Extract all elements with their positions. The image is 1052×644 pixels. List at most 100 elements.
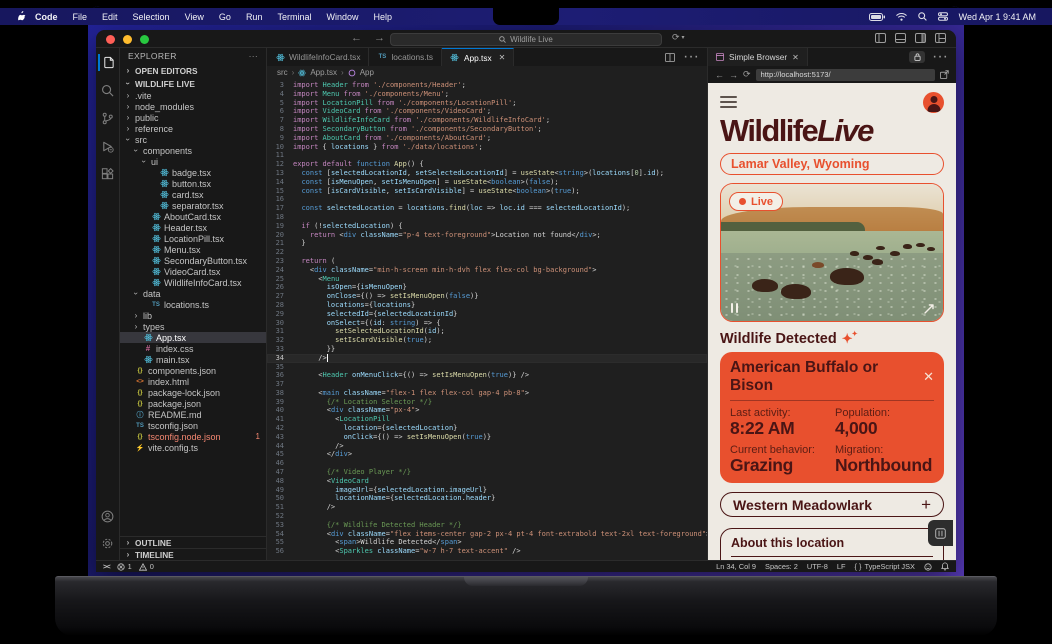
file-WildlifeInfoCard.tsx[interactable]: WildlifeInfoCard.tsx — [120, 277, 266, 288]
file-badge.tsx[interactable]: badge.tsx — [120, 167, 266, 178]
code-line-13[interactable]: 13 const [selectedLocationId, setSelecte… — [267, 169, 707, 178]
code-line-17[interactable]: 17 const selectedLocation = locations.fi… — [267, 204, 707, 213]
code-line-48[interactable]: 48 <VideoCard — [267, 477, 707, 486]
code-line-4[interactable]: 4import Menu from './components/Menu'; — [267, 90, 707, 99]
live-video-frame[interactable]: Live — [720, 183, 944, 322]
menu-selection[interactable]: Selection — [133, 12, 170, 22]
file-package.json[interactable]: {}package.json — [120, 398, 266, 409]
code-line-31[interactable]: 31 setSelectedLocationId(id); — [267, 327, 707, 336]
code-line-54[interactable]: 54 <div className="flex items-center gap… — [267, 530, 707, 539]
open-external-icon[interactable] — [940, 70, 949, 79]
history-forward-icon[interactable]: → — [374, 32, 385, 44]
language-mode[interactable]: { }TypeScript JSX — [854, 562, 915, 571]
fullscreen-icon[interactable] — [924, 304, 934, 314]
source-control-icon[interactable] — [98, 110, 118, 127]
eol[interactable]: LF — [837, 562, 846, 571]
code-line-29[interactable]: 29 selectedId={selectedLocationId} — [267, 310, 707, 319]
code-line-37[interactable]: 37 — [267, 380, 707, 389]
remote-indicator-icon[interactable]: >< — [103, 562, 110, 571]
browser-back-icon[interactable]: ← — [715, 70, 724, 80]
close-card-icon[interactable]: ✕ — [923, 371, 934, 383]
customize-layout-icon[interactable] — [935, 33, 946, 43]
pause-icon[interactable] — [731, 303, 738, 313]
close-tab-icon[interactable]: ✕ — [499, 53, 506, 62]
code-line-18[interactable]: 18 — [267, 213, 707, 222]
tab-WildlifeInfoCard.tsx[interactable]: WildlifeInfoCard.tsx — [267, 48, 369, 66]
url-field[interactable]: http://localhost:5173/ — [756, 69, 935, 81]
file-index.css[interactable]: #index.css — [120, 343, 266, 354]
file-separator.tsx[interactable]: separator.tsx — [120, 200, 266, 211]
file-index.html[interactable]: <>index.html — [120, 376, 266, 387]
code-line-52[interactable]: 52 — [267, 512, 707, 521]
code-line-33[interactable]: 33 }} — [267, 345, 707, 354]
next-species-pill[interactable]: Western Meadowlark + — [720, 492, 944, 517]
code-line-36[interactable]: 36 <Header onMenuClick={() => setIsMenuO… — [267, 371, 707, 380]
code-line-30[interactable]: 30 onSelect={(id: string) => { — [267, 319, 707, 328]
menu-help[interactable]: Help — [373, 12, 392, 22]
folder-.vite[interactable]: ›.vite — [120, 90, 266, 101]
spotlight-icon[interactable] — [918, 12, 927, 21]
account-icon[interactable] — [98, 508, 118, 525]
outline-section[interactable]: › OUTLINE — [120, 536, 266, 548]
folder-node_modules[interactable]: ›node_modules — [120, 101, 266, 112]
code-line-21[interactable]: 21 } — [267, 239, 707, 248]
open-editors-section[interactable]: › OPEN EDITORS — [120, 64, 266, 77]
browser-forward-icon[interactable]: → — [729, 70, 738, 80]
code-line-47[interactable]: 47 {/* Video Player */} — [267, 468, 707, 477]
explorer-actions-icon[interactable]: ··· — [249, 51, 258, 61]
breadcrumb[interactable]: src › App.tsx › App — [267, 66, 707, 79]
notifications-bell-icon[interactable] — [941, 562, 949, 571]
code-line-44[interactable]: 44 /> — [267, 442, 707, 451]
settings-gear-icon[interactable] — [98, 535, 118, 552]
file-Menu.tsx[interactable]: Menu.tsx — [120, 244, 266, 255]
more-actions-icon[interactable]: ··· — [683, 48, 699, 66]
folder-lib[interactable]: ›lib — [120, 310, 266, 321]
menu-view[interactable]: View — [185, 12, 204, 22]
code-line-7[interactable]: 7import WildlifeInfoCard from './compone… — [267, 116, 707, 125]
toggle-panel-icon[interactable] — [895, 33, 906, 43]
cursor-position[interactable]: Ln 34, Col 9 — [716, 562, 756, 571]
file-LocationPill.tsx[interactable]: LocationPill.tsx — [120, 233, 266, 244]
code-line-43[interactable]: 43 onClick={() => setIsMenuOpen(true)} — [267, 433, 707, 442]
file-AboutCard.tsx[interactable]: AboutCard.tsx — [120, 211, 266, 222]
code-line-26[interactable]: 26 isOpen={isMenuOpen} — [267, 283, 707, 292]
menu-go[interactable]: Go — [219, 12, 231, 22]
code-line-35[interactable]: 35 — [267, 363, 707, 372]
code-line-40[interactable]: 40 <div className="px-4"> — [267, 406, 707, 415]
code-line-24[interactable]: 24 <div className="min-h-screen min-h-dv… — [267, 266, 707, 275]
code-line-3[interactable]: 3import Header from './components/Header… — [267, 81, 707, 90]
code-line-5[interactable]: 5import LocationPill from './components/… — [267, 99, 707, 108]
code-line-39[interactable]: 39 {/* Location Selector */} — [267, 398, 707, 407]
feedback-icon[interactable] — [924, 563, 932, 571]
control-center-icon[interactable] — [938, 12, 948, 21]
code-line-32[interactable]: 32 setIsCardVisible(true); — [267, 336, 707, 345]
wifi-icon[interactable] — [896, 13, 907, 21]
file-README.md[interactable]: ⓘREADME.md — [120, 409, 266, 420]
code-line-9[interactable]: 9import AboutCard from './components/Abo… — [267, 134, 707, 143]
code-line-49[interactable]: 49 imageUrl={selectedLocation.imageUrl} — [267, 486, 707, 495]
folder-public[interactable]: ›public — [120, 112, 266, 123]
zoom-window-button[interactable] — [140, 35, 149, 44]
search-sidebar-icon[interactable] — [98, 82, 118, 99]
code-line-42[interactable]: 42 location={selectedLocation} — [267, 424, 707, 433]
code-line-27[interactable]: 27 onClose={() => setIsMenuOpen(false)} — [267, 292, 707, 301]
code-line-20[interactable]: 20 return <div className="p-4 text-foreg… — [267, 231, 707, 240]
code-line-22[interactable]: 22 — [267, 248, 707, 257]
split-editor-icon[interactable] — [665, 53, 675, 62]
breadcrumb-file[interactable]: App.tsx — [310, 68, 337, 77]
command-center-search[interactable]: Wildlife Live — [390, 33, 662, 46]
file-App.tsx[interactable]: App.tsx — [120, 332, 266, 343]
code-line-8[interactable]: 8import SecondaryButton from './componen… — [267, 125, 707, 134]
menu-terminal[interactable]: Terminal — [277, 12, 311, 22]
simple-browser-tab[interactable]: Simple Browser ✕ — [708, 48, 808, 66]
avatar[interactable] — [923, 92, 944, 113]
code-line-16[interactable]: 16 — [267, 195, 707, 204]
session-refresh-icon[interactable]: ⟳▾ — [672, 32, 685, 43]
menu-run[interactable]: Run — [246, 12, 263, 22]
folder-reference[interactable]: ›reference — [120, 123, 266, 134]
problems-warnings[interactable]: 0 — [139, 562, 154, 571]
file-vite.config.ts[interactable]: ⚡vite.config.ts — [120, 442, 266, 453]
tab-App.tsx[interactable]: App.tsx✕ — [442, 48, 514, 66]
browser-overlay-button[interactable] — [928, 520, 953, 546]
explorer-icon[interactable] — [98, 54, 118, 71]
